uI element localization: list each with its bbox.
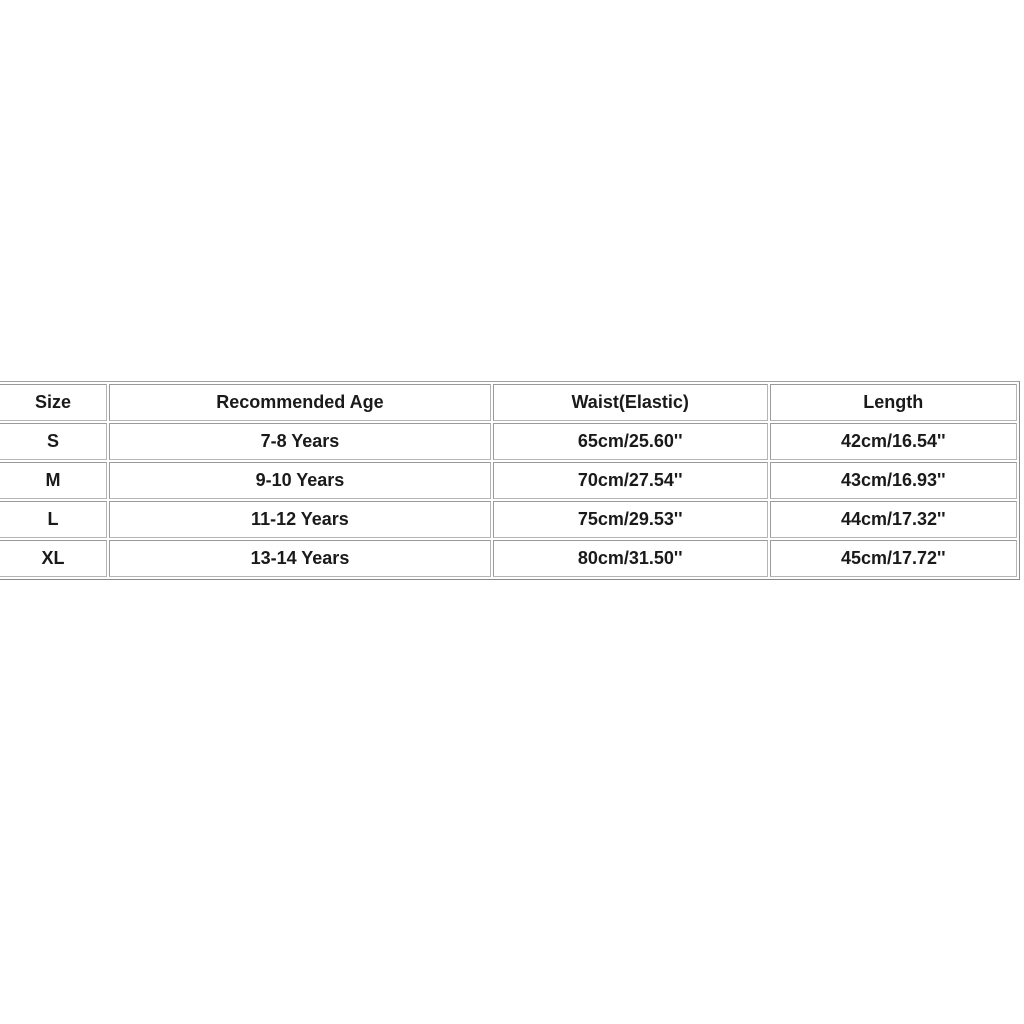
cell-waist: 65cm/25.60'': [492, 423, 768, 460]
header-recommended-age: Recommended Age: [109, 384, 491, 421]
cell-waist: 70cm/27.54'': [492, 462, 768, 499]
cell-age: 7-8 Years: [109, 423, 491, 460]
table-row: M 9-10 Years 70cm/27.54'' 43cm/16.93'': [0, 462, 1017, 499]
table-row: XL 13-14 Years 80cm/31.50'' 45cm/17.72'': [0, 540, 1017, 577]
table-row: S 7-8 Years 65cm/25.60'' 42cm/16.54'': [0, 423, 1017, 460]
header-waist: Waist(Elastic): [492, 384, 768, 421]
table-header-row: Size Recommended Age Waist(Elastic) Leng…: [0, 384, 1017, 421]
cell-size: XL: [0, 540, 108, 577]
cell-waist: 75cm/29.53'': [492, 501, 768, 538]
table-row: L 11-12 Years 75cm/29.53'' 44cm/17.32'': [0, 501, 1017, 538]
cell-waist: 80cm/31.50'': [492, 540, 768, 577]
size-chart-table: Size Recommended Age Waist(Elastic) Leng…: [0, 381, 1020, 580]
cell-size: S: [0, 423, 108, 460]
cell-length: 43cm/16.93'': [769, 462, 1017, 499]
cell-age: 13-14 Years: [109, 540, 491, 577]
header-size: Size: [0, 384, 108, 421]
cell-length: 45cm/17.72'': [769, 540, 1017, 577]
cell-age: 11-12 Years: [109, 501, 491, 538]
cell-age: 9-10 Years: [109, 462, 491, 499]
cell-length: 42cm/16.54'': [769, 423, 1017, 460]
cell-length: 44cm/17.32'': [769, 501, 1017, 538]
cell-size: L: [0, 501, 108, 538]
cell-size: M: [0, 462, 108, 499]
header-length: Length: [769, 384, 1017, 421]
